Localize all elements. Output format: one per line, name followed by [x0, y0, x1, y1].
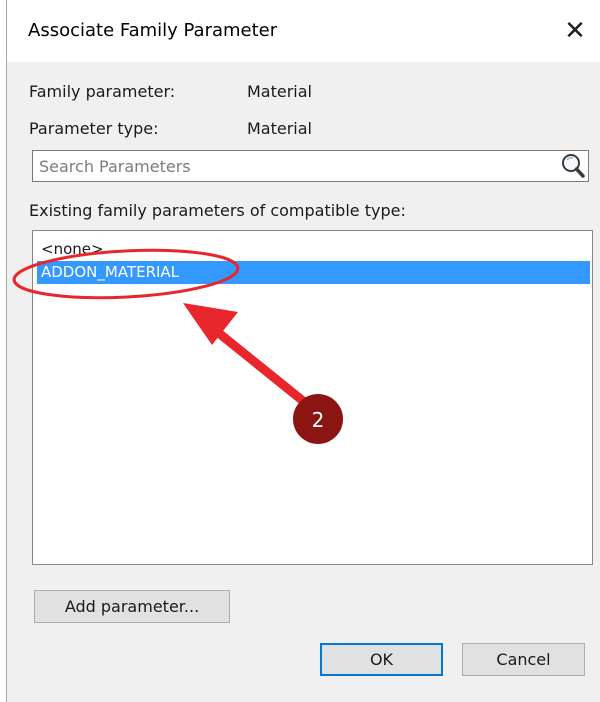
list-item-addon-material[interactable]: ADDON_MATERIAL: [37, 261, 590, 284]
close-icon: ✕: [564, 16, 586, 46]
list-header: Existing family parameters of compatible…: [29, 201, 406, 220]
close-button[interactable]: ✕: [553, 10, 597, 52]
family-parameter-value: Material: [247, 82, 312, 101]
title-bar: Associate Family Parameter ✕: [7, 0, 600, 62]
cancel-button[interactable]: Cancel: [462, 643, 585, 676]
dialog-title: Associate Family Parameter: [28, 20, 278, 41]
family-parameter-label: Family parameter:: [29, 82, 176, 101]
search-icon[interactable]: [558, 152, 586, 180]
parameter-type-label: Parameter type:: [29, 119, 159, 138]
parameter-list[interactable]: <none> ADDON_MATERIAL: [32, 230, 593, 565]
list-item-none[interactable]: <none>: [37, 238, 590, 261]
add-parameter-button[interactable]: Add parameter...: [34, 590, 230, 623]
parameter-type-value: Material: [247, 119, 312, 138]
associate-family-parameter-dialog: Associate Family Parameter ✕ Family para…: [6, 0, 600, 702]
search-box: [32, 150, 589, 182]
ok-button[interactable]: OK: [320, 643, 443, 676]
search-input[interactable]: [33, 151, 565, 181]
